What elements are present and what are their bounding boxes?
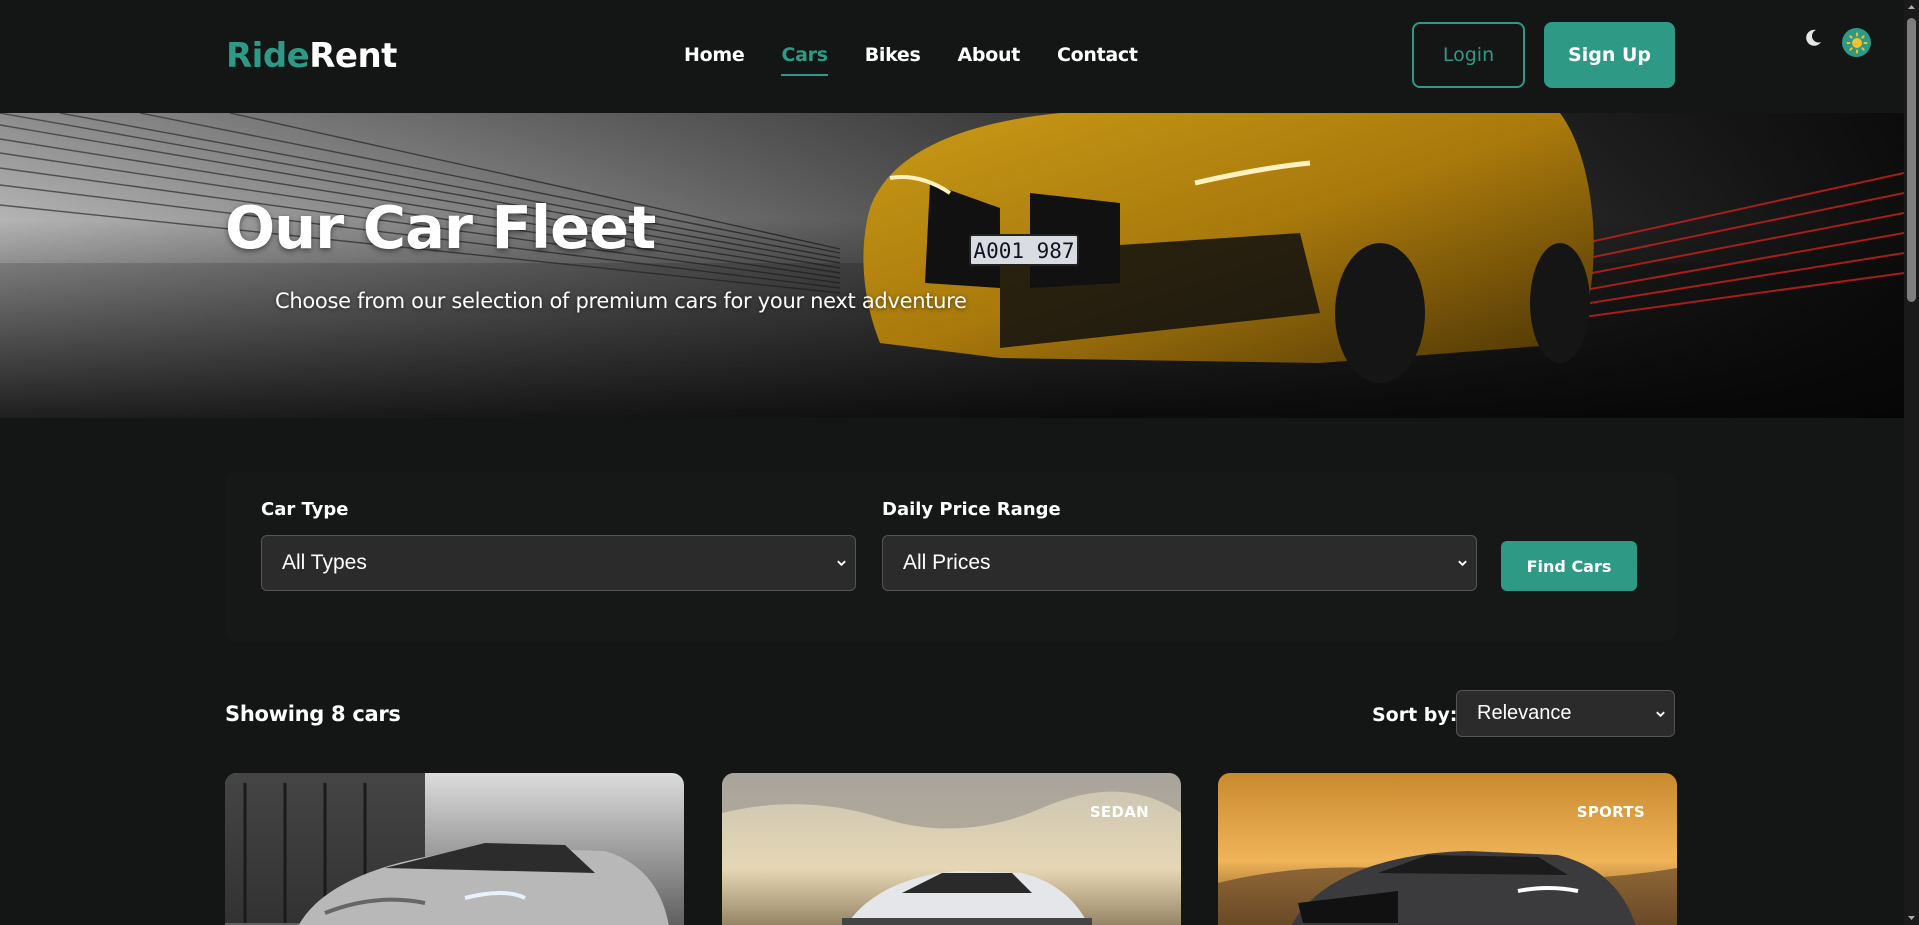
scrollbar-thumb[interactable] xyxy=(1907,18,1916,302)
car-card[interactable] xyxy=(225,773,684,925)
theme-toggle-button[interactable] xyxy=(1842,28,1871,57)
page-title: Our Car Fleet xyxy=(225,193,656,262)
login-button[interactable]: Login xyxy=(1412,22,1525,88)
filter-panel: Car Type All Types Daily Price Range All… xyxy=(225,472,1676,642)
chevron-down-icon xyxy=(1458,560,1467,567)
car-card[interactable]: SPORTS xyxy=(1218,773,1677,925)
car-card[interactable]: SEDAN xyxy=(722,773,1181,925)
car-type-value: All Types xyxy=(282,551,367,574)
moon-icon[interactable] xyxy=(1803,28,1823,48)
sun-icon xyxy=(1846,32,1867,53)
car-card-image xyxy=(1218,773,1677,925)
brand-logo-rent: Rent xyxy=(309,36,397,76)
car-type-label: Car Type xyxy=(261,499,349,520)
sort-select[interactable]: Relevance xyxy=(1456,690,1675,737)
price-range-value: All Prices xyxy=(903,551,991,574)
car-type-badge: SEDAN xyxy=(1089,803,1149,821)
sort-value: Relevance xyxy=(1477,702,1572,724)
car-type-badge: SPORTS xyxy=(1576,803,1645,821)
nav-link-cars[interactable]: Cars xyxy=(781,44,828,76)
nav-link-bikes[interactable]: Bikes xyxy=(865,44,921,72)
chevron-down-icon xyxy=(837,560,846,567)
find-cars-button[interactable]: Find Cars xyxy=(1501,541,1637,591)
signup-button[interactable]: Sign Up xyxy=(1544,22,1675,88)
page-scrollbar[interactable] xyxy=(1904,0,1919,925)
price-range-select[interactable]: All Prices xyxy=(882,535,1477,591)
page-subtitle: Choose from our selection of premium car… xyxy=(275,289,967,313)
chevron-down-icon xyxy=(1656,711,1665,717)
brand-logo[interactable]: RideRent xyxy=(226,36,397,76)
results-count: Showing 8 cars xyxy=(225,702,401,726)
car-card-image xyxy=(722,773,1181,925)
scroll-down-icon[interactable] xyxy=(1907,913,1916,922)
top-navbar: RideRent Home Cars Bikes About Contact L… xyxy=(0,0,1904,113)
license-plate-text: A001 987 xyxy=(973,239,1074,263)
nav-link-home[interactable]: Home xyxy=(684,44,745,72)
nav-link-contact[interactable]: Contact xyxy=(1057,44,1138,72)
hero-car-image: A001 987 xyxy=(0,113,1904,418)
brand-logo-ride: Ride xyxy=(226,36,310,76)
car-card-image xyxy=(225,773,684,925)
car-type-select[interactable]: All Types xyxy=(261,535,856,591)
hero-banner: A001 987 Our Car Fleet Choose from our s… xyxy=(0,113,1904,418)
scroll-up-icon[interactable] xyxy=(1907,3,1916,12)
price-range-label: Daily Price Range xyxy=(882,499,1061,520)
nav-link-about[interactable]: About xyxy=(958,44,1021,72)
main-nav: Home Cars Bikes About Contact xyxy=(684,44,1138,76)
sort-label: Sort by: xyxy=(1372,704,1458,726)
